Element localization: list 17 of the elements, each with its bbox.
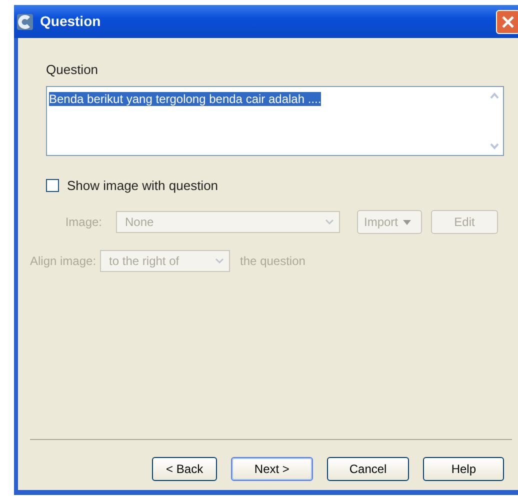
field-label: Align image: [30,253,96,270]
question-text: Benda berikut yang tergolong benda cair adalah .... [49,92,322,106]
dialog-button[interactable]: Help [423,457,504,481]
checkbox[interactable] [46,178,59,192]
field-label: Image: [64,214,102,231]
close-button[interactable] [496,10,518,34]
window-title: Question [40,12,101,31]
close-icon [501,14,515,28]
field-label: Question [46,61,100,79]
caret-icon [402,218,412,226]
dialog-button[interactable]: Next > [231,457,313,481]
question-field[interactable]: Benda berikut yang tergolong benda cair adalah .... [46,86,504,156]
dialog-button[interactable]: < Back [152,457,218,481]
checkbox-label: Show image with question [67,176,218,195]
app-icon [16,12,34,30]
field-suffix: the question [240,253,306,270]
dialog-button[interactable]: Cancel [326,457,410,481]
